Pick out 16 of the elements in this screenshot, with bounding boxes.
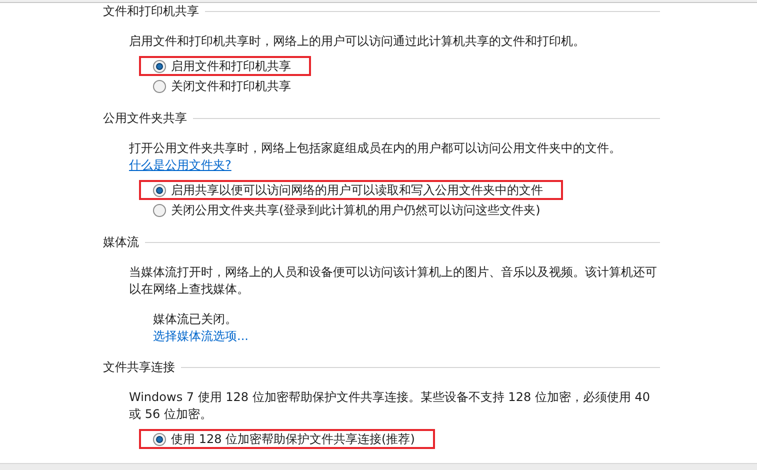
status-text: 媒体流已关闭。 <box>153 311 238 328</box>
section-heading: 文件和打印机共享 <box>103 3 199 19</box>
description-text: 打开公用文件夹共享时，网络上包括家庭组成员在内的用户都可以访问公用文件夹中的文件。 什么是公用文件夹? <box>129 140 622 174</box>
description-text: 当媒体流打开时，网络上的人员和设备便可以访问该计算机上的图片、音乐以及视频。该计算机还可以在网络上查找媒体。 <box>129 264 658 298</box>
radio-option[interactable]: 启用文件和打印机共享 <box>139 56 311 76</box>
help-link[interactable]: 什么是公用文件夹? <box>129 158 232 172</box>
radio-option[interactable]: 关闭公用文件夹共享(登录到此计算机的用户仍然可以访问这些文件夹) <box>139 200 560 220</box>
section-heading: 媒体流 <box>103 234 139 250</box>
section-heading: 文件共享连接 <box>103 359 175 375</box>
description-text: Windows 7 使用 128 位加密帮助保护文件共享连接。某些设备不支持 128 位加密，必须使用 40 或 56 位加密。 <box>129 389 651 423</box>
section-heading: 公用文件夹共享 <box>103 110 187 126</box>
radio-option[interactable]: 使用 128 位加密帮助保护文件共享连接(推荐) <box>139 429 435 449</box>
options-link[interactable]: 选择媒体流选项... <box>153 328 248 345</box>
radio-option[interactable]: 启用共享以便可以访问网络的用户可以读取和写入公用文件夹中的文件 <box>139 180 563 200</box>
radio-option[interactable]: 关闭文件和打印机共享 <box>139 76 311 96</box>
description-text: 启用文件和打印机共享时，网络上的用户可以访问通过此计算机共享的文件和打印机。 <box>129 33 586 50</box>
